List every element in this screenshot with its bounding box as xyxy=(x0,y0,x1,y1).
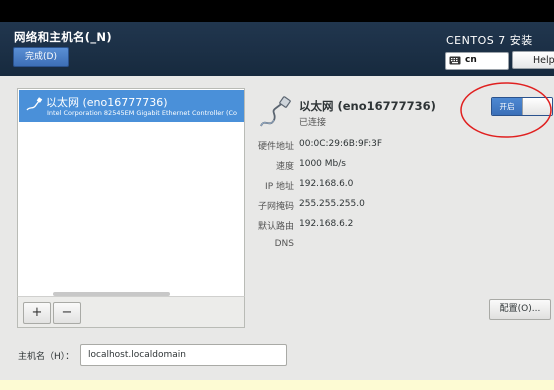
done-button[interactable]: 完成(D) xyxy=(13,47,69,67)
device-description: Intel Corporation 82545EM Gigabit Ethern… xyxy=(47,109,238,117)
default-route-label: 默认路由 xyxy=(257,222,294,232)
configure-button[interactable]: 配置(O)... xyxy=(489,299,551,320)
installer-header: 网络和主机名(_N) 完成(D) CENTOS 7 安装 cn Help! xyxy=(0,22,554,76)
dns-label: DNS xyxy=(274,239,294,249)
remove-device-button[interactable]: − xyxy=(53,302,81,324)
bottom-bar xyxy=(0,380,554,390)
device-name: 以太网 (eno16777736) xyxy=(46,96,168,109)
page-title: 网络和主机名(_N) xyxy=(14,30,112,44)
hardware-address-value: 00:0C:29:6B:9F:3F xyxy=(299,139,383,149)
device-list: 以太网 (eno16777736) Intel Corporation 8254… xyxy=(17,88,245,328)
subnet-mask-value: 255.255.255.0 xyxy=(299,199,365,209)
connection-status: 已连接 xyxy=(299,118,327,128)
hostname-input[interactable] xyxy=(80,344,287,366)
ethernet-cable-icon xyxy=(260,96,291,127)
keyboard-icon xyxy=(449,56,461,65)
annotation-circle xyxy=(460,82,552,138)
help-button[interactable]: Help! xyxy=(512,51,554,69)
device-title: 以太网 (eno16777736) xyxy=(299,99,436,113)
list-item[interactable]: 以太网 (eno16777736) Intel Corporation 8254… xyxy=(19,90,244,122)
ethernet-cable-icon xyxy=(26,97,43,111)
ip-address-value: 192.168.6.0 xyxy=(299,179,354,189)
subnet-mask-label: 子网掩码 xyxy=(257,202,294,212)
hardware-address-label: 硬件地址 xyxy=(257,142,294,152)
hostname-label: 主机名（H）： xyxy=(18,352,75,362)
add-device-button[interactable]: + xyxy=(23,302,51,324)
speed-value: 1000 Mb/s xyxy=(299,159,346,169)
device-list-toolbar: + − xyxy=(17,296,245,328)
ip-address-label: IP 地址 xyxy=(265,182,294,192)
default-route-value: 192.168.6.2 xyxy=(299,219,354,229)
keyboard-layout-indicator[interactable]: cn xyxy=(445,52,509,70)
speed-label: 速度 xyxy=(275,162,294,172)
product-title: CENTOS 7 安装 xyxy=(446,34,533,47)
keyboard-layout-label: cn xyxy=(465,55,477,65)
